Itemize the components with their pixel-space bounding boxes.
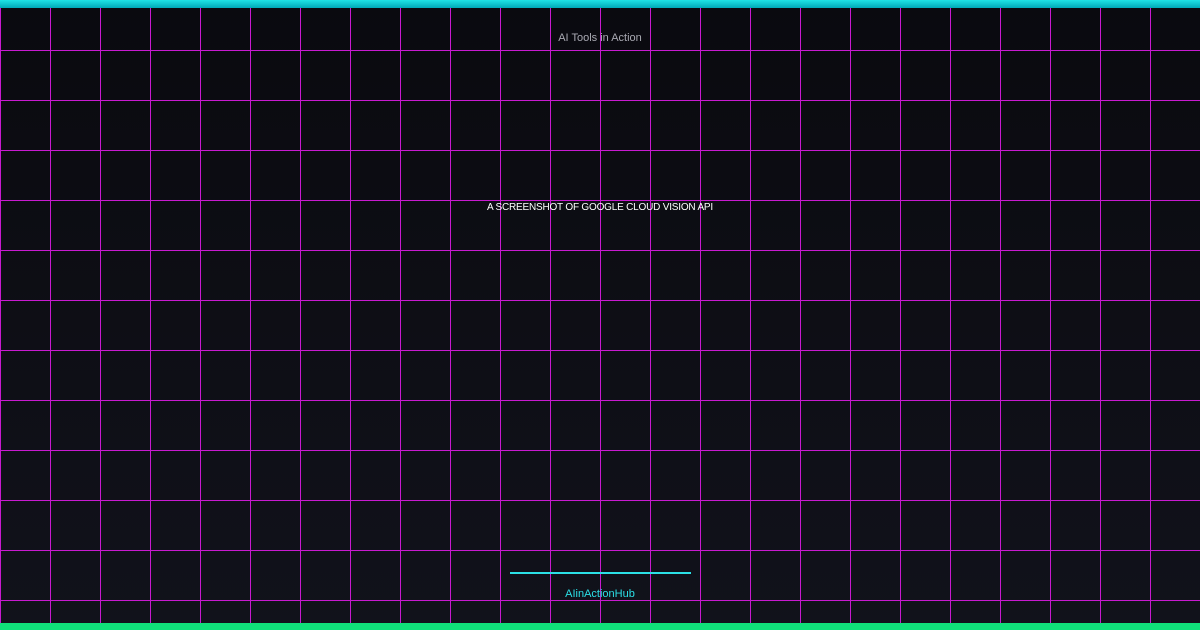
- top-accent-bar: [0, 0, 1200, 8]
- neon-grid-background: [0, 0, 1200, 630]
- brand-name: AIinActionHub: [565, 588, 635, 600]
- brand-divider-line: [510, 572, 691, 574]
- headline-title: A SCREENSHOT OF GOOGLE CLOUD VISION API: [487, 202, 713, 213]
- bottom-accent-bar: [0, 623, 1200, 630]
- social-card: AI Tools in Action A SCREENSHOT OF GOOGL…: [0, 0, 1200, 630]
- kicker-text: AI Tools in Action: [558, 32, 642, 44]
